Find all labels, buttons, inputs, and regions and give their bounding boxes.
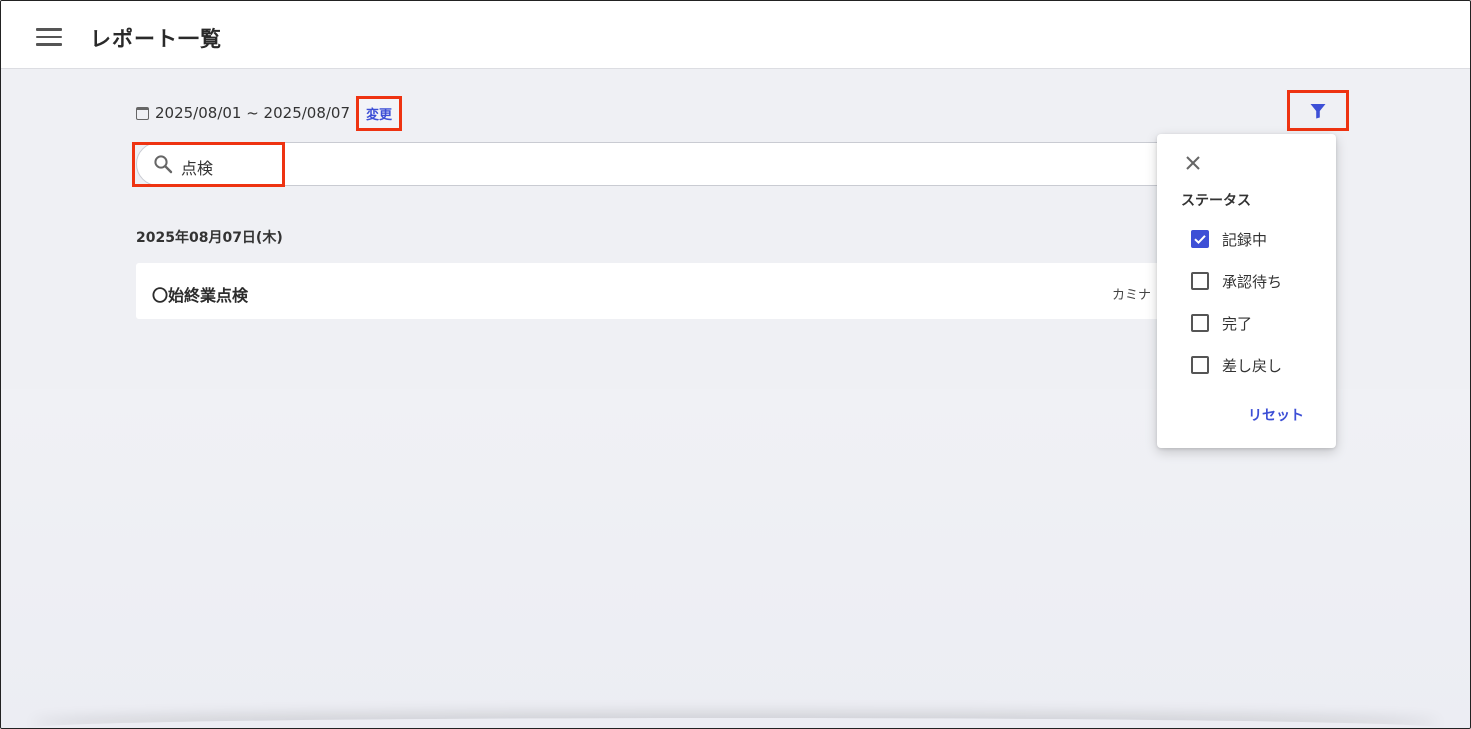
status-option-recording[interactable]: 記録中 — [1191, 228, 1267, 250]
status-checkbox-recording[interactable] — [1191, 230, 1209, 248]
date-filter-row: 2025/08/01 ~ 2025/08/07 変更 — [136, 95, 403, 131]
status-checkbox-returned[interactable] — [1191, 356, 1209, 374]
search-highlight-box — [132, 142, 285, 187]
status-option-label: 完了 — [1222, 314, 1253, 333]
report-list-item[interactable]: 〇始終業点検 カミナ — [136, 263, 1176, 319]
report-user: カミナ — [1112, 288, 1152, 303]
status-option-label: 差し戻し — [1222, 356, 1283, 375]
date-range-text: 2025/08/01 ~ 2025/08/07 — [155, 104, 351, 122]
page-title: レポート一覧 — [90, 27, 222, 51]
hamburger-menu-icon[interactable] — [36, 28, 62, 46]
reset-button[interactable]: リセット — [1248, 405, 1304, 425]
status-option-awaiting-approval[interactable]: 承認待ち — [1191, 270, 1282, 292]
filter-funnel-icon — [1310, 103, 1326, 118]
status-option-returned[interactable]: 差し戻し — [1191, 354, 1282, 376]
status-option-label: 承認待ち — [1222, 272, 1283, 291]
status-option-label: 記録中 — [1222, 230, 1268, 249]
app-window: レポート一覧 2025/08/01 ~ 2025/08/07 変更 点検 202… — [0, 0, 1471, 729]
change-date-button[interactable]: 変更 — [356, 95, 403, 131]
status-checkbox-awaiting-approval[interactable] — [1191, 272, 1209, 290]
date-group-heading: 2025年08月07日(木) — [136, 230, 283, 246]
search-input[interactable] — [136, 142, 1176, 186]
close-icon[interactable] — [1184, 154, 1202, 172]
checkmark-icon — [1194, 235, 1206, 245]
filter-button[interactable] — [1287, 90, 1349, 131]
calendar-icon — [136, 106, 149, 120]
report-title: 〇始終業点検 — [152, 286, 249, 305]
app-bar: レポート一覧 — [1, 1, 1470, 69]
status-filter-panel: ステータス 記録中 承認待ち 完了 差し戻し リセット — [1157, 134, 1336, 448]
status-option-complete[interactable]: 完了 — [1191, 312, 1252, 334]
filter-panel-title: ステータス — [1181, 193, 1251, 209]
status-checkbox-complete[interactable] — [1191, 314, 1209, 332]
